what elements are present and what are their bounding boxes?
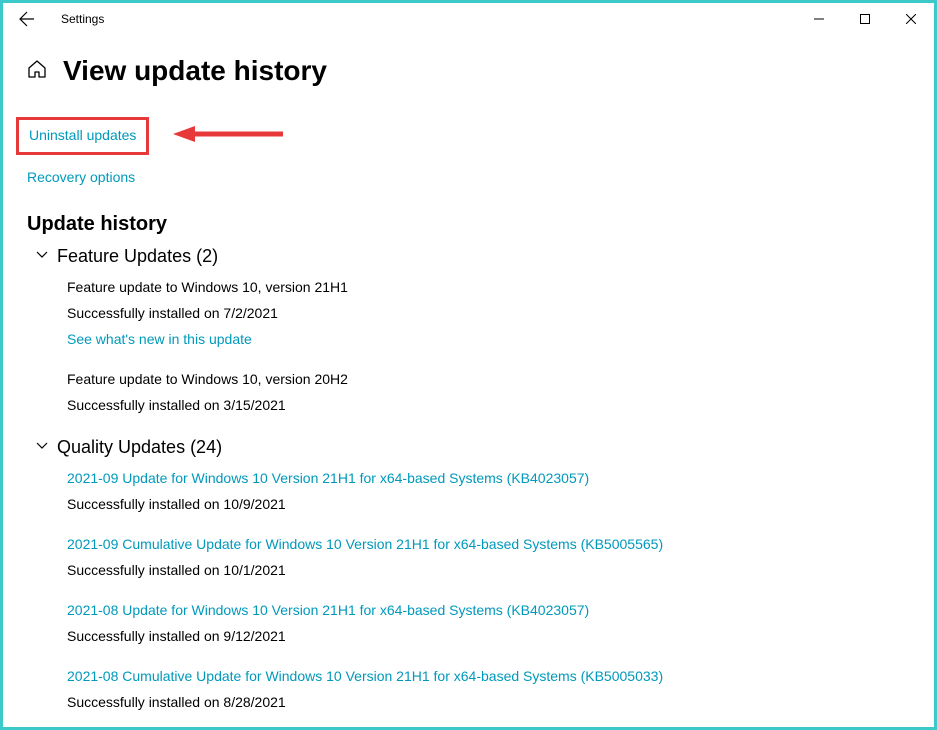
update-name: Feature update to Windows 10, version 21… <box>67 279 910 295</box>
titlebar: Settings <box>3 3 934 35</box>
update-status: Successfully installed on 10/1/2021 <box>67 562 910 578</box>
content-area: View update history Uninstall updates Re… <box>3 35 934 710</box>
maximize-button[interactable] <box>842 3 888 35</box>
update-status: Successfully installed on 8/28/2021 <box>67 694 910 710</box>
update-status: Successfully installed on 7/2/2021 <box>67 305 910 321</box>
quality-updates-title: Quality Updates (24) <box>57 437 222 458</box>
uninstall-updates-link[interactable]: Uninstall updates <box>29 127 136 143</box>
quality-updates-header[interactable]: Quality Updates (24) <box>35 437 910 458</box>
feature-update-item: Feature update to Windows 10, version 21… <box>67 279 910 347</box>
feature-update-item: Feature update to Windows 10, version 20… <box>67 371 910 413</box>
uninstall-row: Uninstall updates <box>27 117 910 155</box>
quality-update-item: 2021-09 Update for Windows 10 Version 21… <box>67 470 910 512</box>
close-button[interactable] <box>888 3 934 35</box>
page-title: View update history <box>63 55 327 87</box>
home-button[interactable] <box>27 59 47 84</box>
window-controls <box>796 3 934 35</box>
quality-update-item: 2021-09 Cumulative Update for Windows 10… <box>67 536 910 578</box>
recovery-options-link[interactable]: Recovery options <box>27 169 910 185</box>
update-status: Successfully installed on 9/12/2021 <box>67 628 910 644</box>
titlebar-left: Settings <box>11 3 104 35</box>
chevron-down-icon <box>35 438 49 457</box>
annotation-arrow <box>173 124 283 149</box>
app-title: Settings <box>61 12 104 26</box>
update-name-link[interactable]: 2021-09 Update for Windows 10 Version 21… <box>67 470 910 486</box>
minimize-icon <box>814 14 824 24</box>
quality-update-item: 2021-08 Update for Windows 10 Version 21… <box>67 602 910 644</box>
feature-updates-title: Feature Updates (2) <box>57 246 218 267</box>
arrow-left-icon <box>19 11 35 27</box>
update-status: Successfully installed on 3/15/2021 <box>67 397 910 413</box>
annotation-highlight: Uninstall updates <box>16 117 149 155</box>
update-name-link[interactable]: 2021-08 Cumulative Update for Windows 10… <box>67 668 910 684</box>
quality-update-item: 2021-08 Cumulative Update for Windows 10… <box>67 668 910 710</box>
page-header: View update history <box>27 55 910 87</box>
update-name-link[interactable]: 2021-09 Cumulative Update for Windows 10… <box>67 536 910 552</box>
whats-new-link[interactable]: See what's new in this update <box>67 331 910 347</box>
update-history-title: Update history <box>27 213 910 236</box>
close-icon <box>906 14 916 24</box>
update-name: Feature update to Windows 10, version 20… <box>67 371 910 387</box>
chevron-down-icon <box>35 247 49 266</box>
feature-updates-header[interactable]: Feature Updates (2) <box>35 246 910 267</box>
maximize-icon <box>860 14 870 24</box>
update-name-link[interactable]: 2021-08 Update for Windows 10 Version 21… <box>67 602 910 618</box>
minimize-button[interactable] <box>796 3 842 35</box>
home-icon <box>27 59 47 79</box>
update-status: Successfully installed on 10/9/2021 <box>67 496 910 512</box>
back-button[interactable] <box>11 3 43 35</box>
